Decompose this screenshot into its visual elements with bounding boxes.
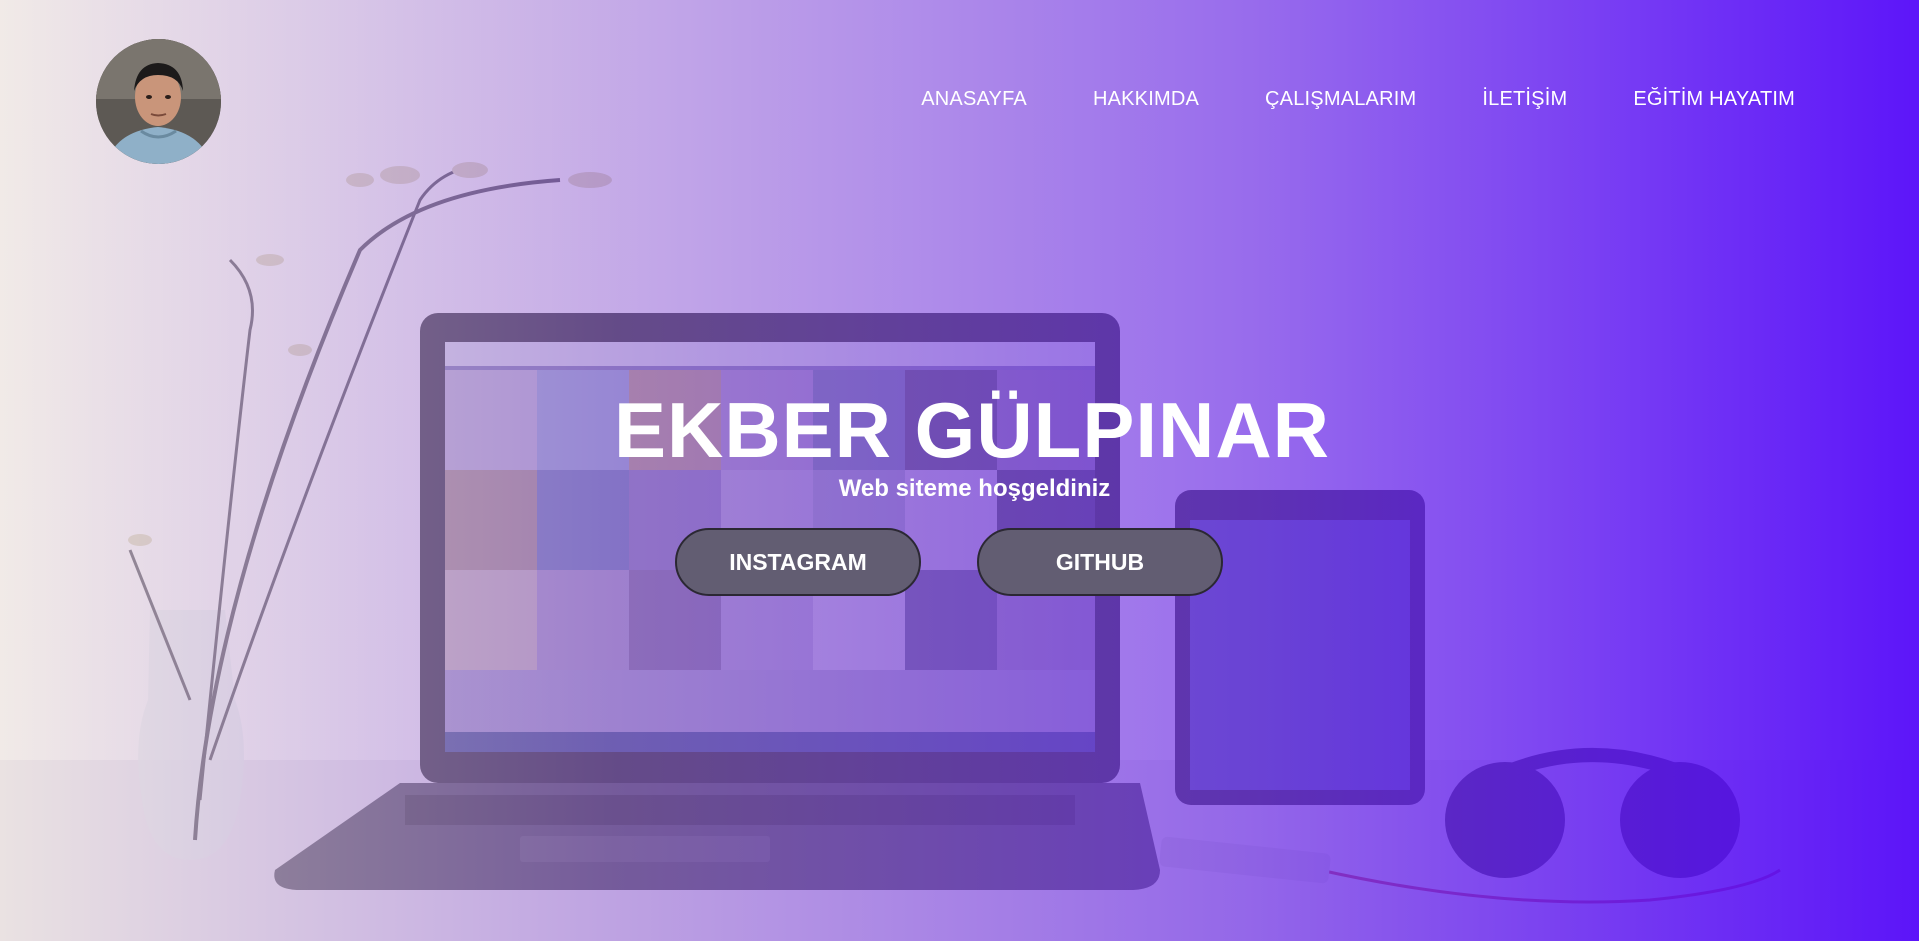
main-navigation: ANASAYFA HAKKIMDA ÇALIŞMALARIM İLETİŞİM …: [855, 88, 1795, 111]
hero-text-block: EKBER GÜLPINAR Web siteme hoşgeldiniz: [0, 385, 1919, 503]
profile-avatar: [96, 39, 221, 164]
instagram-button[interactable]: INSTAGRAM: [675, 528, 921, 596]
nav-item-anasayfa[interactable]: ANASAYFA: [921, 88, 1027, 111]
page-title: EKBER GÜLPINAR: [25, 385, 1919, 475]
hero-section: ANASAYFA HAKKIMDA ÇALIŞMALARIM İLETİŞİM …: [0, 0, 1919, 941]
nav-item-calismalarim[interactable]: ÇALIŞMALARIM: [1265, 88, 1416, 111]
social-buttons: INSTAGRAM GITHUB: [675, 528, 1223, 596]
github-button[interactable]: GITHUB: [977, 528, 1223, 596]
nav-item-hakkimda[interactable]: HAKKIMDA: [1093, 88, 1199, 111]
page-subtitle: Web siteme hoşgeldiniz: [30, 475, 1919, 503]
nav-item-iletisim[interactable]: İLETİŞİM: [1482, 88, 1567, 111]
nav-item-egitim-hayatim[interactable]: EĞİTİM HAYATIM: [1633, 88, 1795, 111]
person-photo-icon: [96, 39, 221, 164]
